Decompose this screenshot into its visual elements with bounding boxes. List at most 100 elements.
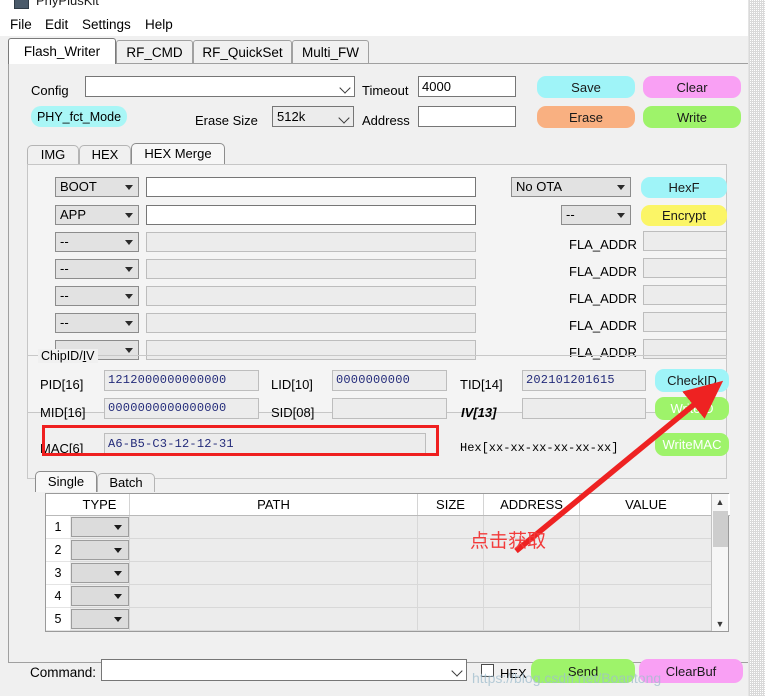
- encrypt-button[interactable]: Encrypt: [641, 205, 727, 226]
- cell-value[interactable]: [580, 539, 712, 562]
- cell-size[interactable]: [418, 562, 484, 585]
- cell-address[interactable]: [484, 562, 580, 585]
- cell-address[interactable]: [484, 608, 580, 631]
- merge-type-combo-5[interactable]: --: [55, 286, 139, 306]
- phy-fct-mode-badge[interactable]: PHY_fct_Mode: [31, 106, 127, 127]
- cell-type[interactable]: [70, 516, 130, 539]
- cell-path[interactable]: [130, 608, 418, 631]
- mid-input[interactable]: 0000000000000000: [104, 398, 259, 419]
- cell-address[interactable]: [484, 585, 580, 608]
- tab-rf-cmd[interactable]: RF_CMD: [116, 40, 193, 64]
- command-combo[interactable]: [101, 659, 467, 681]
- fla-addr-input-1[interactable]: [643, 231, 727, 251]
- erase-size-combo[interactable]: 512k: [272, 106, 354, 127]
- address-input[interactable]: [418, 106, 516, 127]
- tab-multi-fw[interactable]: Multi_FW: [292, 40, 369, 64]
- cell-path[interactable]: [130, 585, 418, 608]
- fla-addr-input-3[interactable]: [643, 285, 727, 305]
- cell-type[interactable]: [70, 585, 130, 608]
- table-row[interactable]: 5: [46, 608, 730, 631]
- table-row[interactable]: 1: [46, 516, 730, 539]
- row-type-combo[interactable]: [71, 586, 129, 606]
- menu-item-edit[interactable]: Edit: [41, 16, 72, 34]
- row-type-combo[interactable]: [71, 517, 129, 537]
- tab-hex-merge[interactable]: HEX Merge: [131, 143, 225, 164]
- tid-label: TID[14]: [460, 377, 503, 392]
- checkid-button[interactable]: CheckID: [655, 369, 729, 392]
- row-index: 3: [46, 562, 70, 585]
- tab-batch[interactable]: Batch: [97, 473, 155, 492]
- table-row[interactable]: 3: [46, 562, 730, 585]
- lid-input[interactable]: 0000000000: [332, 370, 447, 391]
- pid-input[interactable]: 1212000000000000: [104, 370, 259, 391]
- file-table: TYPE PATH SIZE ADDRESS VALUE 1 2 3 4 5 ▲…: [45, 493, 730, 632]
- chevron-down-icon: [125, 267, 133, 272]
- ota-mode-combo[interactable]: No OTA: [511, 177, 631, 197]
- cell-size[interactable]: [418, 608, 484, 631]
- merge-type-combo-4[interactable]: --: [55, 259, 139, 279]
- cell-path[interactable]: [130, 516, 418, 539]
- fla-addr-input-2[interactable]: [643, 258, 727, 278]
- cell-type[interactable]: [70, 562, 130, 585]
- merge-type-combo-6[interactable]: --: [55, 313, 139, 333]
- tid-input[interactable]: 202101201615: [522, 370, 646, 391]
- write-button[interactable]: Write: [643, 106, 741, 128]
- row-type-combo[interactable]: [71, 609, 129, 629]
- ota-sub-combo[interactable]: --: [561, 205, 631, 225]
- merge-type-combo-2[interactable]: APP: [55, 205, 139, 225]
- config-combo[interactable]: [85, 76, 355, 97]
- save-button[interactable]: Save: [537, 76, 635, 98]
- row-type-combo[interactable]: [71, 540, 129, 560]
- cell-value[interactable]: [580, 585, 712, 608]
- merge-path-input-6[interactable]: [146, 313, 476, 333]
- mac-input[interactable]: A6-B5-C3-12-12-31: [104, 433, 426, 456]
- iv-input[interactable]: [522, 398, 646, 419]
- tab-hex[interactable]: HEX: [79, 145, 131, 164]
- scroll-up-icon[interactable]: ▲: [712, 494, 728, 509]
- column-header-path: PATH: [130, 494, 418, 515]
- menu-bar: File Edit Settings Help: [0, 14, 765, 36]
- writemac-button[interactable]: WriteMAC: [655, 433, 729, 456]
- timeout-input[interactable]: 4000: [418, 76, 516, 97]
- cell-value[interactable]: [580, 562, 712, 585]
- tab-img[interactable]: IMG: [27, 145, 79, 164]
- writeid-button[interactable]: WriteID: [655, 397, 729, 420]
- merge-type-combo-1[interactable]: BOOT: [55, 177, 139, 197]
- cell-path[interactable]: [130, 539, 418, 562]
- chevron-down-icon: [125, 213, 133, 218]
- merge-path-input-5[interactable]: [146, 286, 476, 306]
- tab-flash-writer[interactable]: Flash_Writer: [8, 38, 116, 64]
- erase-button[interactable]: Erase: [537, 106, 635, 128]
- cell-type[interactable]: [70, 539, 130, 562]
- menu-item-settings[interactable]: Settings: [78, 16, 135, 34]
- merge-path-input-4[interactable]: [146, 259, 476, 279]
- tab-rf-quickset[interactable]: RF_QuickSet: [193, 40, 292, 64]
- window-scrollbar[interactable]: [748, 0, 765, 696]
- merge-path-input-1[interactable]: [146, 177, 476, 197]
- scrollbar-thumb[interactable]: [713, 511, 728, 547]
- cell-value[interactable]: [580, 516, 712, 539]
- table-row[interactable]: 4: [46, 585, 730, 608]
- cell-path[interactable]: [130, 562, 418, 585]
- cell-type[interactable]: [70, 608, 130, 631]
- cell-size[interactable]: [418, 585, 484, 608]
- merge-path-input-3[interactable]: [146, 232, 476, 252]
- sid-input[interactable]: [332, 398, 447, 419]
- chevron-down-icon: [114, 594, 122, 599]
- hexf-button[interactable]: HexF: [641, 177, 727, 198]
- cell-value[interactable]: [580, 608, 712, 631]
- merge-type-value-4: --: [60, 261, 69, 276]
- row-type-combo[interactable]: [71, 563, 129, 583]
- scroll-down-icon[interactable]: ▼: [712, 616, 728, 631]
- merge-path-input-2[interactable]: [146, 205, 476, 225]
- merge-type-value-3: --: [60, 234, 69, 249]
- table-scrollbar[interactable]: ▲ ▼: [711, 494, 728, 631]
- menu-item-file[interactable]: File: [6, 16, 36, 34]
- clear-button[interactable]: Clear: [643, 76, 741, 98]
- fla-addr-input-4[interactable]: [643, 312, 727, 332]
- table-row[interactable]: 2: [46, 539, 730, 562]
- menu-item-help[interactable]: Help: [141, 16, 177, 34]
- row-index: 4: [46, 585, 70, 608]
- tab-single[interactable]: Single: [35, 471, 97, 492]
- merge-type-combo-3[interactable]: --: [55, 232, 139, 252]
